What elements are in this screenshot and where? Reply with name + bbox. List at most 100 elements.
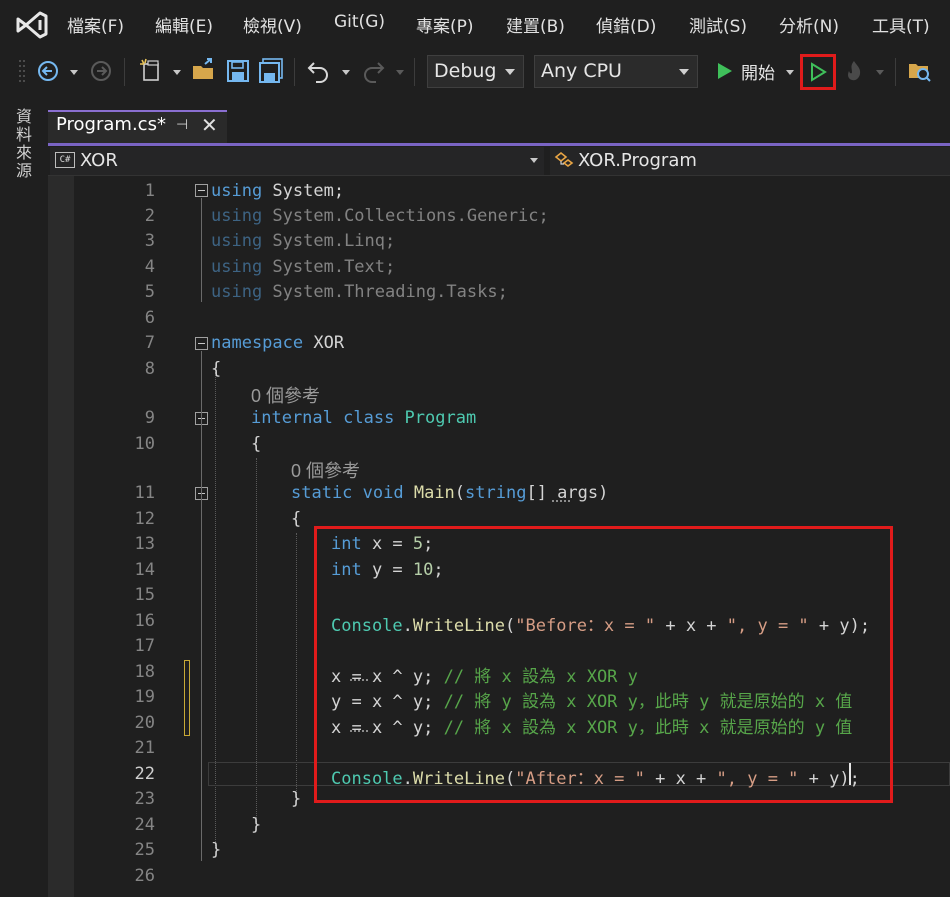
back-dropdown-caret-icon[interactable] [70, 70, 78, 75]
highlight-annotation-box [314, 526, 893, 803]
collapse-icon[interactable] [195, 184, 208, 197]
start-without-debugging-button[interactable] [800, 54, 836, 90]
toolbar-separator [294, 58, 295, 86]
save-button[interactable] [224, 56, 252, 86]
chevron-down-icon [679, 69, 689, 75]
menu-file[interactable]: 檔案(F) [67, 12, 124, 37]
keyword: static [291, 483, 353, 503]
navigate-back-button[interactable] [36, 56, 60, 86]
left-tool-rail [0, 94, 44, 897]
code-line: using System.Collections.Generic; [211, 206, 549, 226]
play-outline-icon [811, 62, 827, 82]
open-folder-icon [193, 58, 213, 79]
line-number: 14 [134, 560, 155, 580]
save-all-button[interactable] [257, 56, 285, 86]
solution-configuration-select[interactable]: Debug [427, 55, 524, 88]
menu-debug[interactable]: 偵錯(D) [596, 12, 656, 37]
type-name: Program [394, 408, 477, 428]
undo-button[interactable] [304, 56, 332, 86]
line-number: 2 [144, 206, 155, 226]
keyword: using [211, 257, 263, 277]
hot-reload-flame-icon [848, 61, 861, 81]
pin-icon[interactable]: ⊣ [176, 117, 188, 133]
code-line: namespace XOR [211, 333, 344, 353]
keyword: namespace [211, 333, 304, 353]
collapse-icon[interactable] [195, 337, 208, 350]
start-button-label[interactable]: 開始 [741, 59, 775, 84]
line-number: 8 [144, 359, 155, 379]
line-number: 20 [134, 713, 155, 733]
outline-line [201, 198, 202, 302]
menu-view[interactable]: 檢視(V) [243, 12, 302, 37]
code-text: { [211, 359, 222, 379]
code-text: } [251, 815, 262, 835]
new-project-dropdown-caret-icon[interactable] [173, 70, 181, 75]
menu-build[interactable]: 建置(B) [506, 12, 565, 37]
toolbar-grip-icon[interactable] [18, 58, 26, 84]
line-number: 17 [134, 636, 155, 656]
line-number: 12 [134, 509, 155, 529]
codelens-references[interactable]: 0 個參考 [291, 457, 360, 483]
line-number: 18 [134, 662, 155, 682]
project-name: XOR [80, 150, 118, 171]
code-line: internal class Program [251, 408, 476, 428]
close-icon[interactable]: ✕ [201, 113, 218, 137]
code-text: } [291, 789, 302, 809]
line-number: 7 [144, 333, 155, 353]
keyword: class [332, 408, 395, 428]
configuration-value: Debug [434, 60, 497, 82]
outline-line [201, 501, 202, 811]
line-number: 15 [134, 585, 155, 605]
menu-edit[interactable]: 編輯(E) [155, 12, 213, 37]
toolbar-separator [124, 58, 125, 86]
code-line: { [211, 359, 221, 379]
menu-test[interactable]: 測試(S) [689, 12, 747, 37]
project-dropdown[interactable] [50, 147, 544, 175]
back-arrow-icon [38, 61, 58, 81]
menu-project[interactable]: 專案(P) [416, 12, 474, 37]
hot-reload-button[interactable] [842, 56, 866, 86]
code-text: System.Threading.Tasks; [262, 282, 508, 302]
suggestion-dots [552, 499, 570, 502]
indicator-margin [48, 176, 74, 897]
codelens-references[interactable]: 0 個參考 [251, 382, 320, 408]
solution-platform-select[interactable]: Any CPU [534, 55, 698, 88]
line-number: 25 [134, 840, 155, 860]
menu-analyze[interactable]: 分析(N) [779, 12, 839, 37]
start-debugging-play-icon[interactable] [712, 56, 736, 86]
chevron-down-icon [505, 69, 515, 75]
menu-git[interactable]: Git(G) [334, 12, 385, 32]
find-in-files-button[interactable] [906, 56, 934, 86]
toolbar-separator [895, 58, 896, 86]
code-text: ( [454, 483, 466, 503]
indent-guide [296, 533, 297, 799]
chevron-down-icon[interactable] [530, 158, 538, 163]
visual-studio-logo-icon[interactable] [14, 10, 50, 40]
navigate-forward-button[interactable] [89, 56, 113, 86]
menu-bar: 檔案(F) 編輯(E) 檢視(V) Git(G) 專案(P) 建置(B) 偵錯(… [0, 0, 950, 48]
hot-reload-dropdown-caret-icon[interactable] [876, 70, 884, 75]
redo-dropdown-caret-icon[interactable] [396, 70, 404, 75]
code-text: } [211, 840, 222, 860]
code-line: using System.Linq; [211, 231, 395, 251]
menu-tools[interactable]: 工具(T) [872, 12, 930, 37]
start-dropdown-caret-icon[interactable] [786, 70, 794, 75]
class-name: XOR.Program [578, 150, 697, 171]
new-project-button[interactable] [137, 56, 165, 86]
code-text: System.Linq; [262, 231, 396, 251]
method-name: Main [403, 483, 455, 503]
data-sources-tab[interactable]: 資料來源 [13, 108, 34, 180]
code-line: } [291, 789, 301, 809]
redo-icon [364, 62, 385, 83]
code-line: { [251, 434, 261, 454]
keyword: using [211, 231, 263, 251]
line-number: 23 [134, 789, 155, 809]
code-text: System.Collections.Generic; [262, 206, 549, 226]
redo-button[interactable] [360, 56, 388, 86]
undo-dropdown-caret-icon[interactable] [342, 70, 350, 75]
line-number: 9 [144, 408, 155, 428]
line-number: 11 [134, 483, 155, 503]
forward-arrow-icon [91, 61, 111, 81]
open-file-button[interactable] [190, 56, 218, 86]
tab-title: Program.cs* [56, 114, 166, 135]
